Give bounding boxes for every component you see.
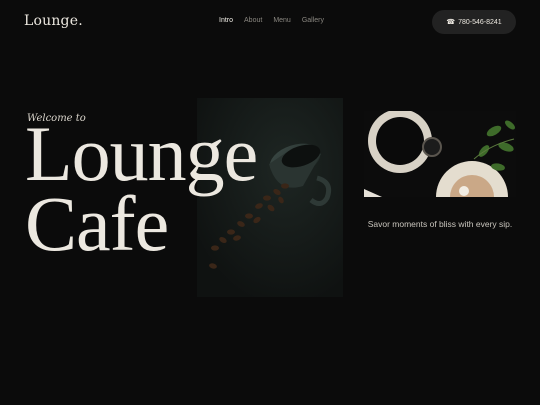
coffee-cups-photo [364, 111, 516, 197]
hero-title-line1: Lounge [25, 110, 258, 197]
nav-gallery[interactable]: Gallery [302, 17, 324, 24]
nav-about[interactable]: About [244, 17, 262, 24]
main-nav: Intro About Menu Gallery [219, 17, 324, 24]
hero-title: Lounge Cafe [25, 110, 258, 267]
phone-button[interactable]: ☎ 780-546-8241 [432, 10, 516, 34]
nav-menu[interactable]: Menu [273, 17, 291, 24]
hero-tagline: Savor moments of bliss with every sip. [367, 219, 513, 229]
nav-intro[interactable]: Intro [219, 17, 233, 24]
site-logo[interactable]: Lounge. [24, 13, 83, 29]
phone-number: 780-546-8241 [458, 18, 502, 26]
phone-icon: ☎ [446, 19, 456, 26]
hero-title-line2: Cafe [25, 180, 169, 267]
